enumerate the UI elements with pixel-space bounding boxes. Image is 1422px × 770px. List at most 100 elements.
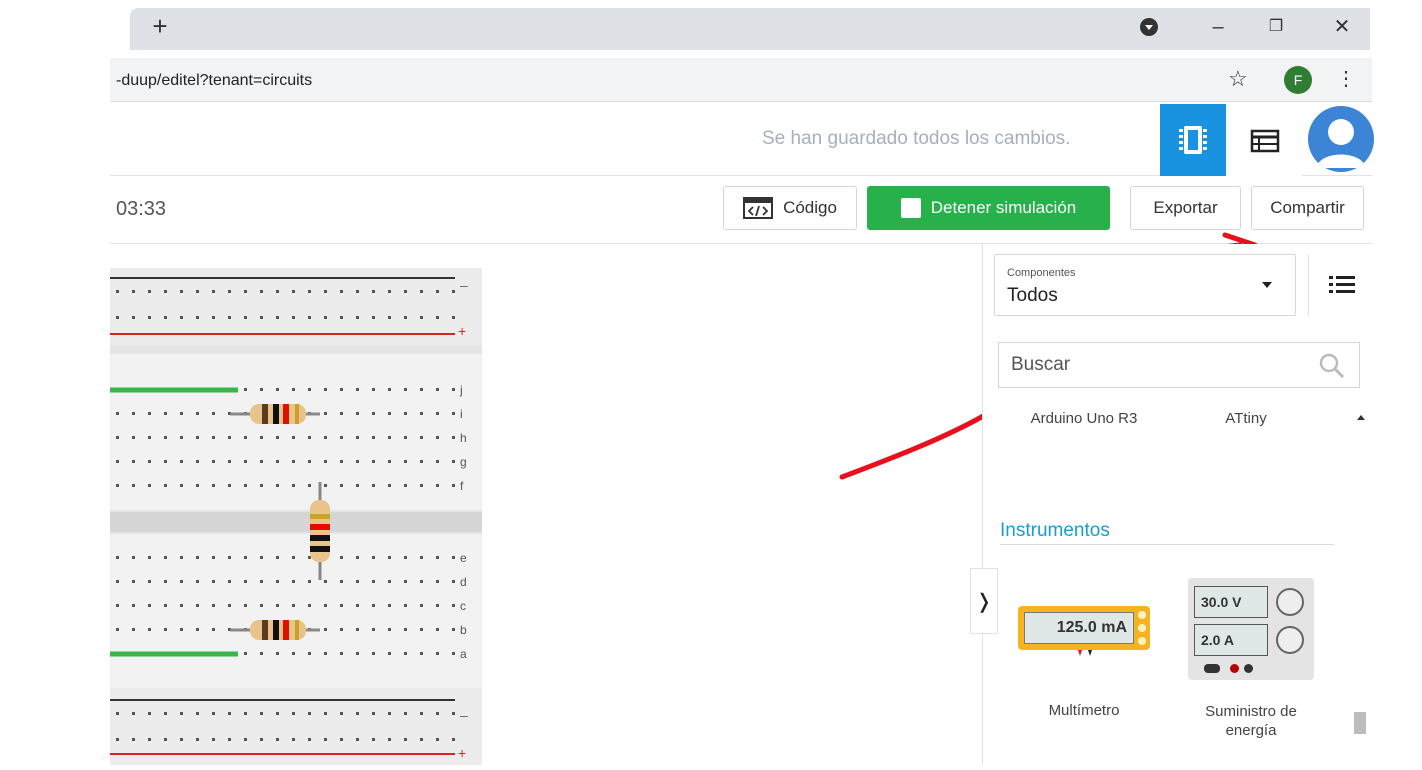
url-text[interactable]: -duup/editel?tenant=circuits	[116, 72, 312, 90]
power-supply-label[interactable]: Suministro de energía	[1186, 702, 1316, 740]
breadboard-hole	[132, 316, 135, 319]
breadboard-hole	[180, 628, 183, 631]
breadboard-hole	[116, 738, 119, 741]
breadboard-hole	[324, 628, 327, 631]
breadboard-hole	[420, 628, 423, 631]
breadboard-hole	[404, 712, 407, 715]
breadboard-hole	[340, 460, 343, 463]
breadboard-hole	[420, 652, 423, 655]
restore-button[interactable]: ❐	[1256, 12, 1296, 42]
breadboard-hole	[228, 460, 231, 463]
breadboard-hole	[420, 556, 423, 559]
panel-scrollbar[interactable]	[1354, 712, 1366, 734]
browser-extension-icon[interactable]	[1136, 14, 1162, 40]
breadboard-hole	[228, 290, 231, 293]
breadboard-hole	[372, 712, 375, 715]
breadboard[interactable]: – + – + jihgfedcba	[110, 268, 482, 765]
row-letter: d	[460, 575, 467, 589]
breadboard-hole	[372, 738, 375, 741]
stop-icon	[900, 198, 921, 218]
code-button[interactable]: Código	[723, 186, 857, 230]
breadboard-hole	[372, 460, 375, 463]
breadboard-hole	[164, 604, 167, 607]
power-current-display: 2.0 A	[1194, 624, 1268, 656]
minimize-button[interactable]: –	[1198, 12, 1238, 42]
breadboard-hole	[212, 712, 215, 715]
close-window-button[interactable]: ✕	[1322, 12, 1362, 42]
browser-menu-icon[interactable]: ⋮	[1336, 66, 1356, 91]
breadboard-hole	[436, 580, 439, 583]
breadboard-hole	[308, 290, 311, 293]
breadboard-hole	[180, 460, 183, 463]
breadboard-hole	[372, 652, 375, 655]
breadboard-hole	[324, 580, 327, 583]
breadboard-hole	[292, 580, 295, 583]
breadboard-hole	[196, 628, 199, 631]
new-tab-button[interactable]: +	[145, 10, 175, 42]
schematic-view-button[interactable]	[1226, 104, 1302, 176]
breadboard-hole	[180, 712, 183, 715]
power-supply-component[interactable]: 30.0 V 2.0 A	[1188, 578, 1314, 680]
breadboard-hole	[196, 712, 199, 715]
breadboard-hole	[260, 580, 263, 583]
row-letter: j	[459, 383, 463, 397]
breadboard-hole	[116, 290, 119, 293]
breadboard-hole	[436, 712, 439, 715]
component-attiny[interactable]: ATtiny	[1186, 410, 1306, 427]
share-button[interactable]: Compartir	[1251, 186, 1364, 230]
breadboard-hole	[324, 460, 327, 463]
component-arduino[interactable]: Arduino Uno R3	[1014, 410, 1154, 427]
user-avatar[interactable]	[1308, 106, 1374, 172]
stop-simulation-button[interactable]: Detener simulación	[867, 186, 1110, 230]
multimeter-label[interactable]: Multímetro	[1024, 702, 1144, 719]
breadboard-hole	[276, 604, 279, 607]
chip-icon	[1179, 126, 1207, 154]
breadboard-hole	[148, 436, 151, 439]
list-view-button[interactable]	[1308, 254, 1372, 316]
breadboard-hole	[164, 484, 167, 487]
multimeter-component[interactable]: 125.0 mA	[1018, 606, 1150, 650]
breadboard-hole	[308, 436, 311, 439]
breadboard-hole	[404, 652, 407, 655]
share-label: Compartir	[1270, 198, 1345, 217]
scroll-up-icon[interactable]	[1356, 414, 1366, 421]
breadboard-hole	[372, 436, 375, 439]
breadboard-hole	[436, 460, 439, 463]
multimeter-display: 125.0 mA	[1024, 612, 1134, 644]
breadboard-hole	[132, 436, 135, 439]
breadboard-hole	[132, 460, 135, 463]
export-button[interactable]: Exportar	[1130, 186, 1241, 230]
breadboard-hole	[436, 628, 439, 631]
bookmark-star-icon[interactable]: ☆	[1228, 66, 1248, 92]
circuit-view-button[interactable]	[1160, 104, 1226, 176]
breadboard-hole	[244, 290, 247, 293]
search-input[interactable]: Buscar	[998, 342, 1360, 388]
breadboard-hole	[260, 712, 263, 715]
breadboard-hole	[404, 460, 407, 463]
breadboard-hole	[324, 290, 327, 293]
breadboard-hole	[340, 316, 343, 319]
breadboard-hole	[164, 316, 167, 319]
breadboard-hole	[356, 290, 359, 293]
browser-tab-bar	[130, 8, 1370, 50]
collapse-panel-button[interactable]: ❭	[970, 568, 998, 634]
breadboard-hole	[228, 712, 231, 715]
breadboard-hole	[388, 412, 391, 415]
components-dropdown[interactable]: Componentes Todos	[994, 254, 1296, 316]
row-letter: b	[460, 623, 467, 637]
breadboard-hole	[372, 628, 375, 631]
breadboard-hole	[244, 460, 247, 463]
breadboard-hole	[404, 484, 407, 487]
search-icon[interactable]	[1318, 352, 1346, 380]
breadboard-hole	[388, 388, 391, 391]
breadboard-hole	[356, 412, 359, 415]
breadboard-hole	[308, 316, 311, 319]
breadboard-hole	[228, 604, 231, 607]
breadboard-hole	[292, 290, 295, 293]
breadboard-hole	[228, 580, 231, 583]
components-caption: Componentes	[1007, 267, 1076, 279]
breadboard-hole	[420, 412, 423, 415]
profile-avatar[interactable]: F	[1284, 66, 1312, 94]
breadboard-hole	[276, 484, 279, 487]
breadboard-hole	[244, 652, 247, 655]
